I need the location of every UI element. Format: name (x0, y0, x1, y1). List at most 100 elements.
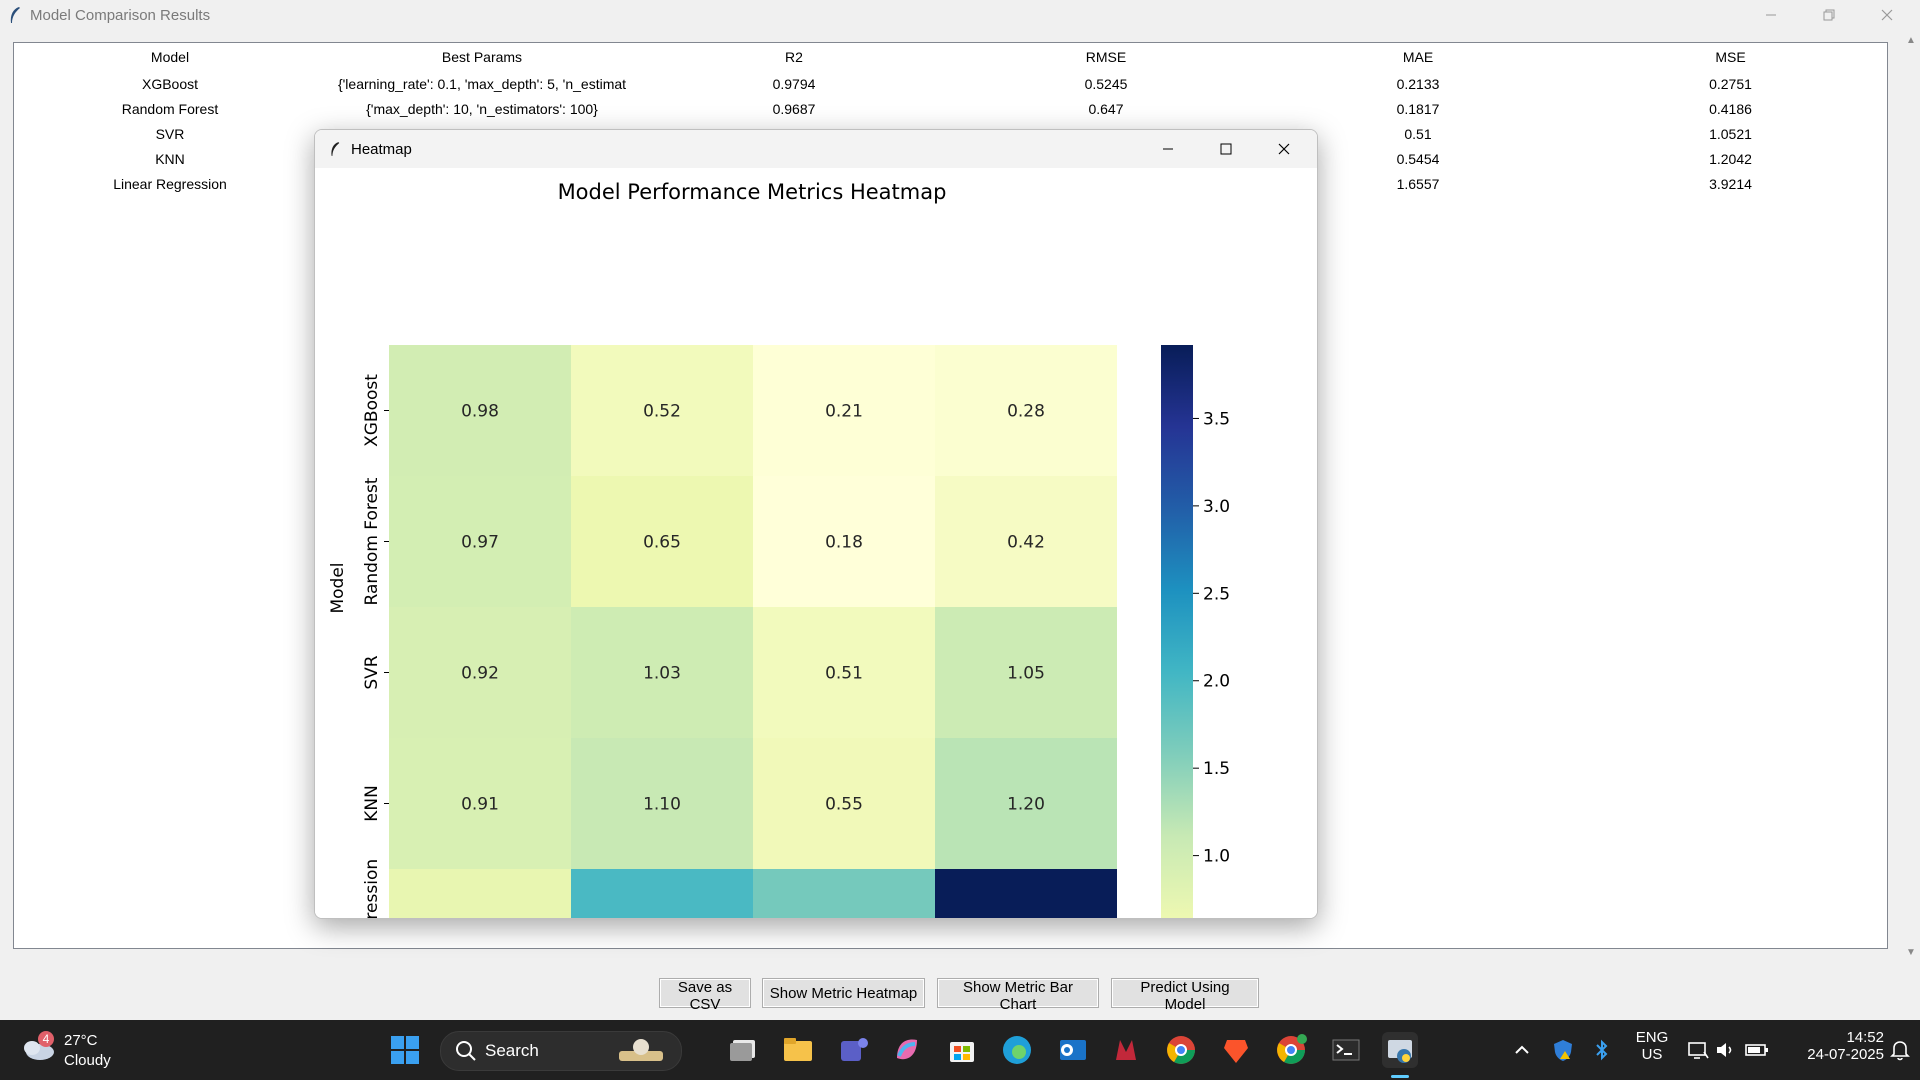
defender-shield-icon[interactable] (1551, 1038, 1575, 1062)
table-cell[interactable]: 3.9214 (1574, 172, 1887, 196)
table-cell[interactable]: 0.2751 (1574, 72, 1887, 96)
close-icon (1881, 9, 1893, 21)
weather-condition: Cloudy (64, 1052, 111, 1069)
show-hidden-icons-chevron-icon[interactable] (1512, 1038, 1532, 1062)
search-highlight-icon (619, 1039, 663, 1061)
chrome-icon[interactable] (1163, 1032, 1199, 1068)
teams-icon[interactable] (835, 1032, 871, 1068)
heatmap-figure: Model Performance Metrics Heatmap Model … (315, 168, 1317, 918)
bluetooth-icon[interactable] (1592, 1038, 1612, 1062)
table-cell[interactable]: 0.9687 (638, 97, 950, 121)
table-cell[interactable]: 1.0521 (1574, 122, 1887, 146)
maximize-icon (1220, 143, 1232, 155)
table-cell[interactable]: SVR (14, 122, 326, 146)
colorbar-tick-label: 2.0 (1203, 672, 1230, 692)
table-cell[interactable]: KNN (14, 147, 326, 171)
colorbar-tick-label: 1.5 (1203, 759, 1230, 779)
column-header-model[interactable]: Model (14, 43, 327, 71)
heatmap-cell-label: 0.98 (461, 402, 499, 422)
column-header-rmse[interactable]: RMSE (950, 43, 1263, 71)
heatmap-window-title: Heatmap (351, 140, 412, 158)
table-cell[interactable]: 0.4186 (1574, 97, 1887, 121)
network-icon[interactable] (1686, 1038, 1710, 1062)
feather-icon (10, 7, 20, 23)
heatmap-cell-label: 1.20 (1007, 795, 1045, 815)
y-tick-label: Linear Regression (362, 859, 382, 918)
heatmap-cell-label: 0.52 (643, 402, 681, 422)
heatmap-maximize-button[interactable] (1197, 130, 1255, 168)
heatmap-cell-label: 0.28 (1007, 402, 1045, 422)
heatmap-cell (571, 869, 753, 918)
game-app-icon[interactable] (1108, 1032, 1144, 1068)
column-header-r2[interactable]: R2 (638, 43, 951, 71)
start-button[interactable] (388, 1033, 422, 1067)
search-label: Search (485, 1041, 539, 1060)
heatmap-close-button[interactable] (1255, 130, 1313, 168)
heatmap-cell-label: 0.92 (461, 664, 499, 684)
language-top: ENG (1635, 1029, 1669, 1046)
y-tick-label: Random Forest (362, 477, 382, 605)
table-cell[interactable]: Random Forest (14, 97, 326, 121)
main-titlebar: Model Comparison Results (0, 0, 1920, 30)
heatmap-cell-label: 1.10 (643, 795, 681, 815)
chrome-profile-icon[interactable] (1273, 1032, 1309, 1068)
restore-button[interactable] (1800, 0, 1858, 30)
task-view-icon[interactable] (726, 1032, 762, 1068)
table-cell[interactable]: Linear Regression (14, 172, 326, 196)
copilot-icon[interactable] (889, 1032, 925, 1068)
table-cell[interactable]: {'max_depth': 10, 'n_estimators': 100} (326, 97, 638, 121)
table-cell[interactable]: 0.1817 (1262, 97, 1574, 121)
table-cell[interactable]: 0.647 (950, 97, 1262, 121)
window-title: Model Comparison Results (30, 6, 211, 24)
taskbar-search-box[interactable]: Search (440, 1031, 682, 1071)
windows-logo-icon (391, 1036, 419, 1064)
table-cell[interactable]: 0.5245 (950, 72, 1262, 96)
table-cell[interactable]: {'learning_rate': 0.1, 'max_depth': 5, '… (326, 72, 638, 96)
close-button[interactable] (1858, 0, 1916, 30)
minimize-icon (1163, 148, 1173, 150)
clock[interactable]: 14:52 24-07-2025 (1780, 1029, 1884, 1071)
scroll-up-arrow[interactable]: ▲ (1904, 34, 1918, 48)
heatmap-cell-label: 0.97 (461, 533, 499, 553)
colorbar-tick-label: 3.5 (1203, 409, 1230, 429)
feather-icon (331, 142, 340, 156)
save-csv-button[interactable]: Save as CSV (659, 978, 751, 1013)
heatmap-cell-label: 1.03 (643, 664, 681, 684)
notification-bell-icon[interactable] (1888, 1038, 1912, 1062)
y-tick-label: SVR (362, 655, 382, 689)
brave-icon[interactable] (1218, 1032, 1254, 1068)
weather-widget[interactable]: 4 27°C Cloudy (20, 1028, 140, 1072)
predict-button[interactable]: Predict Using Model (1111, 978, 1259, 1013)
show-bar-chart-button[interactable]: Show Metric Bar Chart (937, 978, 1099, 1013)
battery-icon[interactable] (1744, 1038, 1770, 1062)
column-header-best-params[interactable]: Best Params (326, 43, 639, 71)
show-heatmap-button[interactable]: Show Metric Heatmap (762, 978, 925, 1008)
colorbar-tick-label: 1.0 (1203, 847, 1230, 867)
table-cell[interactable]: 1.2042 (1574, 147, 1887, 171)
close-icon (1278, 143, 1290, 155)
column-header-mae[interactable]: MAE (1262, 43, 1575, 71)
scroll-down-arrow[interactable]: ▼ (1904, 946, 1918, 960)
heatmap-window: Heatmap Model Performance Metrics Heatma… (314, 129, 1318, 919)
language-indicator[interactable]: ENG US (1630, 1029, 1674, 1071)
chart-title: Model Performance Metrics Heatmap (558, 180, 947, 204)
file-explorer-icon[interactable] (780, 1032, 816, 1068)
table-cell[interactable]: 0.2133 (1262, 72, 1574, 96)
table-cell[interactable]: 0.9794 (638, 72, 950, 96)
column-header-mse[interactable]: MSE (1574, 43, 1887, 71)
edge-icon[interactable] (999, 1032, 1035, 1068)
minimize-icon (1766, 14, 1776, 16)
search-icon (456, 1041, 476, 1061)
colorbar-tick-label: 2.5 (1203, 584, 1230, 604)
table-cell[interactable]: XGBoost (14, 72, 326, 96)
terminal-icon[interactable] (1328, 1032, 1364, 1068)
outlook-icon[interactable] (1054, 1032, 1090, 1068)
weather-temp: 27°C (64, 1032, 98, 1049)
weather-badge: 4 (38, 1031, 54, 1047)
heatmap-cell-label: 0.91 (461, 795, 499, 815)
volume-icon[interactable] (1714, 1038, 1738, 1062)
python-app-icon[interactable] (1382, 1032, 1418, 1068)
store-icon[interactable] (944, 1032, 980, 1068)
minimize-button[interactable] (1742, 0, 1800, 30)
heatmap-minimize-button[interactable] (1139, 130, 1197, 168)
